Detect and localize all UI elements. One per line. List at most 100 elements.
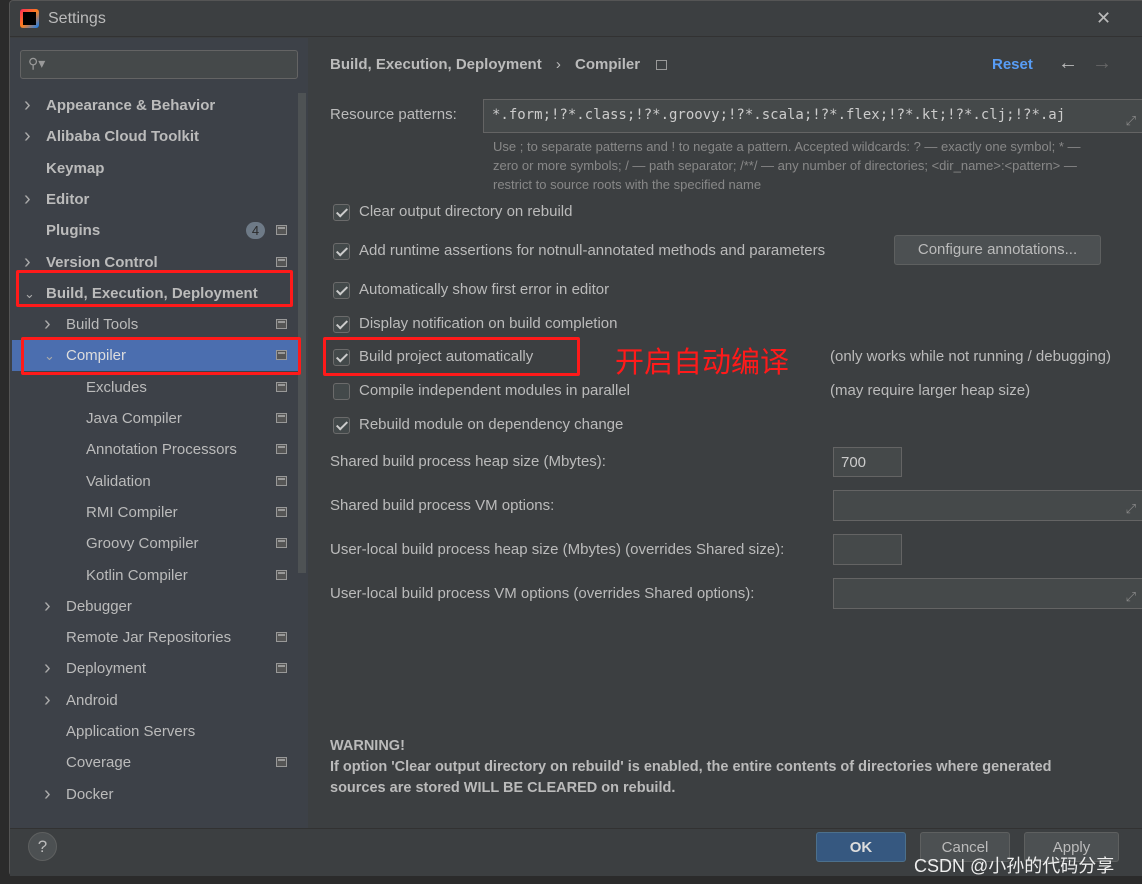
project-page-icon: [276, 475, 287, 486]
project-page-icon: [276, 663, 287, 674]
warning-message: WARNING! If option 'Clear output directo…: [330, 736, 1052, 799]
forward-arrow-icon[interactable]: →: [1092, 52, 1112, 75]
sidebar-item[interactable]: Application Servers: [10, 716, 300, 747]
search-input[interactable]: ⚲▾: [20, 50, 298, 79]
chevron-right-icon[interactable]: ›: [24, 184, 31, 215]
project-page-icon: [276, 319, 287, 330]
sidebar-item-label: Docker: [66, 785, 114, 803]
heap-size-input[interactable]: 700: [833, 447, 902, 477]
sidebar-item[interactable]: Remote Jar Repositories: [10, 622, 300, 653]
sidebar-item[interactable]: Excludes: [10, 372, 300, 403]
project-page-icon: [276, 538, 287, 549]
sidebar-item[interactable]: › Docker: [10, 779, 300, 810]
checkbox-label[interactable]: Rebuild module on dependency change: [359, 416, 623, 433]
warning-line: If option 'Clear output directory on reb…: [330, 759, 1052, 775]
sidebar-scrollbar[interactable]: [298, 93, 306, 573]
heap-size-value: 700: [841, 454, 867, 471]
chevron-right-icon[interactable]: ›: [44, 685, 51, 716]
update-count-badge: 4: [246, 222, 265, 240]
chevron-right-icon[interactable]: ›: [44, 779, 51, 810]
sidebar-item[interactable]: Keymap: [10, 153, 300, 184]
chevron-right-icon[interactable]: ›: [44, 309, 51, 340]
user-heap-size-input[interactable]: [833, 534, 902, 565]
checkbox[interactable]: [333, 417, 350, 434]
sidebar-item-label: Debugger: [66, 597, 132, 615]
chevron-right-icon[interactable]: ›: [44, 653, 51, 684]
ok-button[interactable]: OK: [816, 832, 906, 862]
sidebar-item[interactable]: › Android: [10, 685, 300, 716]
breadcrumb-parent[interactable]: Build, Execution, Deployment: [330, 56, 542, 73]
sidebar-item-label: Application Servers: [66, 723, 196, 740]
checkbox-label[interactable]: Automatically show first error in editor: [359, 281, 609, 298]
checkbox-label[interactable]: Add runtime assertions for notnull-annot…: [359, 242, 825, 259]
project-page-icon: [276, 569, 287, 580]
chevron-right-icon[interactable]: ›: [24, 121, 31, 152]
settings-sidebar: ⚲▾ › Appearance & Behavior › Alibaba Cloud …: [10, 38, 308, 828]
highlight-box: [21, 337, 301, 375]
breadcrumb: Build, Execution, Deployment › Compiler: [330, 56, 668, 73]
sidebar-item[interactable]: Plugins 4: [10, 215, 300, 246]
settings-dialog: Settings ✕ ⚲▾ › Appearance & Behavior › Ali…: [9, 0, 1142, 876]
project-page-icon: [276, 757, 287, 768]
sidebar-item[interactable]: Annotation Processors: [10, 434, 300, 465]
checkbox[interactable]: [333, 282, 350, 299]
sidebar-item[interactable]: › Build Tools: [10, 309, 300, 340]
breadcrumb-separator: ›: [555, 56, 561, 73]
sidebar-item[interactable]: › Debugger: [10, 591, 300, 622]
sidebar-item[interactable]: › Deployment: [10, 653, 300, 684]
sidebar-item[interactable]: › Appearance & Behavior: [10, 90, 300, 121]
sidebar-item[interactable]: Coverage: [10, 747, 300, 778]
warning-title: WARNING!: [330, 738, 405, 754]
back-arrow-icon[interactable]: ←: [1058, 52, 1078, 75]
sidebar-item-label: Plugins: [46, 222, 101, 240]
reset-link[interactable]: Reset: [992, 56, 1033, 73]
checkbox[interactable]: [333, 243, 350, 260]
expand-icon[interactable]: ⤢: [1126, 501, 1136, 517]
sidebar-item-label: Android: [66, 691, 118, 709]
sidebar-item[interactable]: Java Compiler: [10, 403, 300, 434]
project-page-icon: [276, 632, 287, 643]
help-line: Use ; to separate patterns and ! to nega…: [493, 139, 1081, 154]
checkbox[interactable]: [333, 204, 350, 221]
configure-annotations-button[interactable]: Configure annotations...: [894, 235, 1101, 265]
highlight-box: [16, 270, 293, 307]
project-page-icon: [276, 256, 287, 267]
user-vm-options-label: User-local build process VM options (ove…: [330, 585, 755, 602]
sidebar-item-label: Remote Jar Repositories: [66, 629, 232, 647]
intellij-logo-icon: [20, 9, 39, 28]
sidebar-item-label: Kotlin Compiler: [86, 566, 188, 584]
sidebar-item[interactable]: Validation: [10, 466, 300, 497]
chevron-right-icon[interactable]: ›: [24, 90, 31, 121]
warning-line: sources are stored WILL BE CLEARED on re…: [330, 780, 676, 796]
expand-icon[interactable]: ⤢: [1126, 113, 1136, 129]
resource-patterns-input[interactable]: *.form;!?*.class;!?*.groovy;!?*.scala;!?…: [483, 99, 1142, 133]
project-page-icon: [276, 506, 287, 517]
checkbox[interactable]: [333, 316, 350, 333]
highlight-box: [323, 337, 580, 376]
expand-icon[interactable]: ⤢: [1126, 589, 1136, 605]
vm-options-label: Shared build process VM options:: [330, 497, 555, 514]
checkbox[interactable]: [333, 383, 350, 400]
sidebar-item-label: Keymap: [46, 159, 105, 177]
checkbox-label[interactable]: Compile independent modules in parallel: [359, 382, 630, 399]
chevron-right-icon[interactable]: ›: [44, 591, 51, 622]
breadcrumb-current: Compiler: [575, 56, 641, 73]
help-button[interactable]: ?: [28, 832, 57, 861]
user-vm-options-input[interactable]: ⤢: [833, 578, 1142, 609]
checkbox-label[interactable]: Clear output directory on rebuild: [359, 203, 572, 220]
user-heap-size-label: User-local build process heap size (Mbyt…: [330, 541, 785, 558]
project-page-icon: [656, 60, 668, 70]
sidebar-item[interactable]: RMI Compiler: [10, 497, 300, 528]
sidebar-item-label: Java Compiler: [86, 410, 182, 427]
sidebar-item[interactable]: › Alibaba Cloud Toolkit: [10, 121, 300, 152]
sidebar-item-label: Alibaba Cloud Toolkit: [46, 128, 200, 146]
close-icon[interactable]: ✕: [1096, 8, 1111, 29]
sidebar-item[interactable]: › Editor: [10, 184, 300, 215]
sidebar-item[interactable]: Groovy Compiler: [10, 528, 300, 559]
checkbox-label[interactable]: Display notification on build completion: [359, 315, 617, 332]
project-page-icon: [276, 381, 287, 392]
sidebar-item-label: Deployment: [66, 660, 147, 678]
sidebar-item[interactable]: Kotlin Compiler: [10, 560, 300, 591]
sidebar-item-label: Coverage: [66, 754, 132, 772]
vm-options-input[interactable]: ⤢: [833, 490, 1142, 521]
